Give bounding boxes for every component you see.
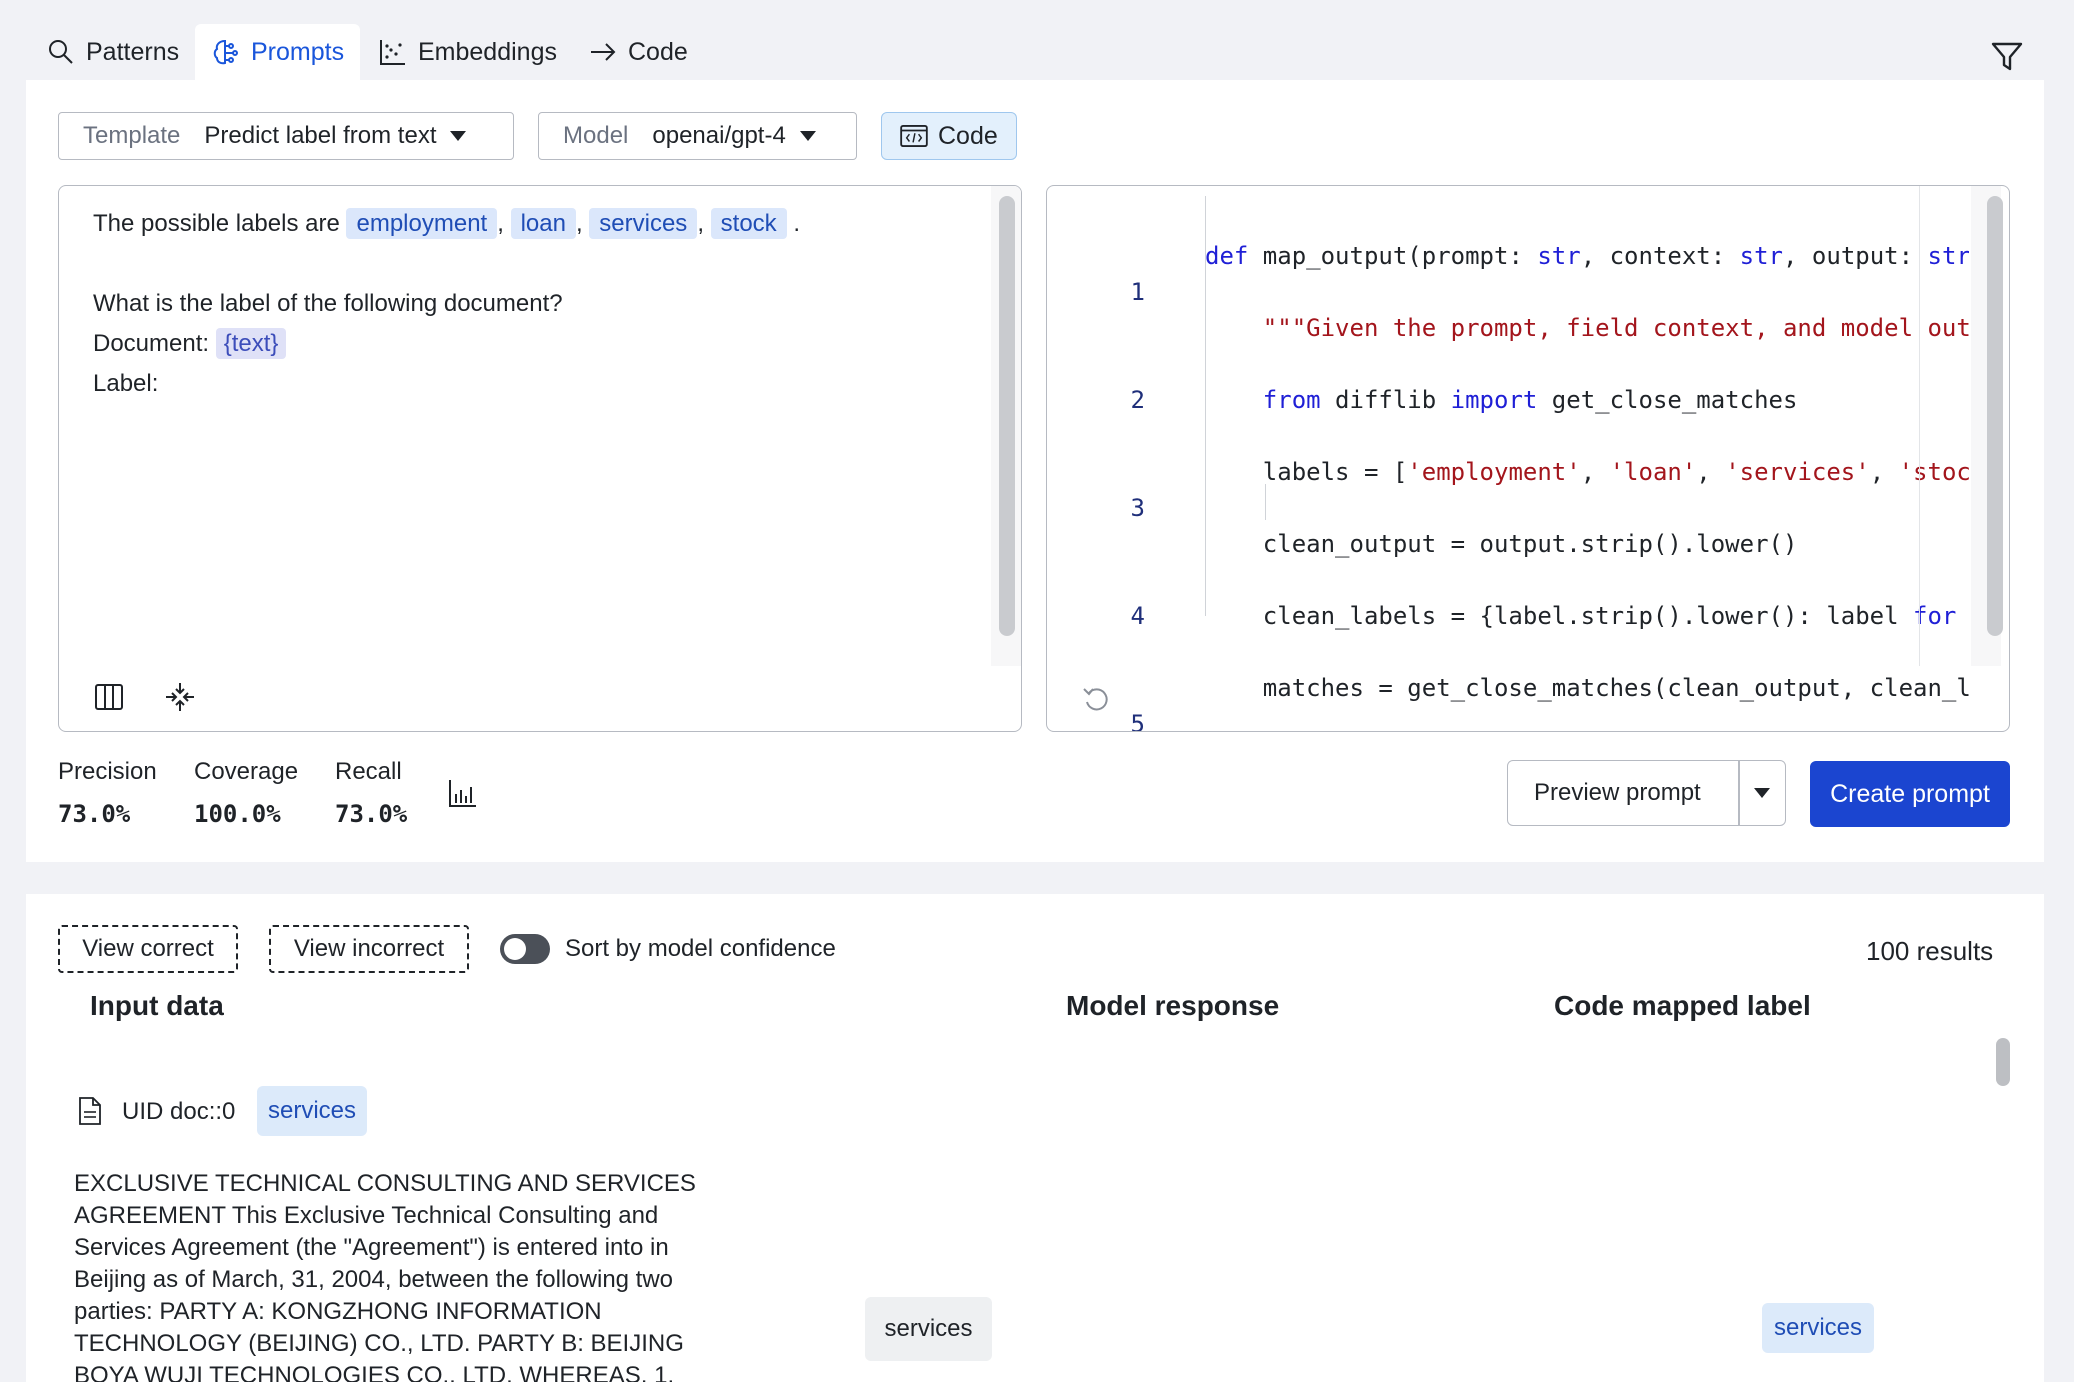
tab-code-label: Code xyxy=(628,37,688,66)
column-header-response: Model response xyxy=(1066,990,1280,1021)
line-numbers: 1 2 3 4 5 6 7 8 9 10 xyxy=(1065,202,1145,731)
mapped-label-tag: services xyxy=(1762,1303,1874,1353)
code-button-label: Code xyxy=(938,121,998,150)
tab-embeddings-label: Embeddings xyxy=(418,37,557,66)
code-toggle-button[interactable]: Code xyxy=(881,112,1017,160)
separator: , xyxy=(575,210,583,237)
results-count: 100 results xyxy=(1866,936,1994,966)
view-incorrect-button[interactable]: View incorrect xyxy=(269,925,469,973)
prompt-text: The possible labels are employment, loan… xyxy=(93,204,993,404)
code-line: def map_output(prompt: str, context: str… xyxy=(1205,242,1969,270)
tab-prompts-label: Prompts xyxy=(251,37,345,66)
sort-toggle-label: Sort by model confidence xyxy=(565,935,836,962)
bar-chart-icon[interactable] xyxy=(448,778,478,808)
scrollbar[interactable] xyxy=(1987,196,2003,636)
template-label: Template xyxy=(83,122,181,149)
results-scrollbar[interactable] xyxy=(1996,1038,2010,1086)
create-prompt-button[interactable]: Create prompt xyxy=(1810,761,2010,827)
model-label: Model xyxy=(563,122,629,149)
precision-value: 73.0% xyxy=(58,800,131,828)
prompt-line-labels: The possible labels are employment, loan… xyxy=(93,204,993,244)
column-header-input: Input data xyxy=(90,990,224,1021)
preview-split-button: Preview prompt xyxy=(1507,760,1786,826)
preview-prompt-button[interactable]: Preview prompt xyxy=(1508,779,1738,807)
code-line: clean_output = output.strip().lower() xyxy=(1205,530,1798,558)
tab-patterns[interactable]: Patterns xyxy=(30,24,195,80)
model-value: openai/gpt-4 xyxy=(652,122,786,149)
arrow-right-icon xyxy=(591,43,616,61)
columns-icon[interactable] xyxy=(95,684,123,710)
template-dropdown[interactable]: Template Predict label from text xyxy=(58,112,514,160)
prompt-editor[interactable]: The possible labels are employment, loan… xyxy=(58,185,1022,732)
line-number: 1 xyxy=(1130,278,1145,306)
row-input-text: EXCLUSIVE TECHNICAL CONSULTING AND SERVI… xyxy=(74,1170,696,1382)
precision-label: Precision xyxy=(58,758,157,785)
prompt-prefix: The possible labels are xyxy=(93,210,340,237)
tab-patterns-label: Patterns xyxy=(86,37,180,66)
code-line: clean_labels = {label.strip().lower(): l… xyxy=(1205,602,1957,630)
prompt-label-line: Label: xyxy=(93,370,159,397)
search-icon xyxy=(49,40,73,64)
chevron-down-icon xyxy=(450,131,467,141)
code-line: labels = ['employment', 'loan', 'service… xyxy=(1205,458,1969,486)
recall-label: Recall xyxy=(335,758,402,785)
ground-truth-tag: services xyxy=(257,1086,367,1136)
preview-options-button[interactable] xyxy=(1740,788,1786,798)
code-content: def map_output(prompt: str, context: str… xyxy=(1205,202,1969,731)
prompt-question: What is the label of the following docum… xyxy=(93,290,563,317)
line-number: 4 xyxy=(1130,602,1145,630)
model-dropdown[interactable]: Model openai/gpt-4 xyxy=(538,112,857,160)
filter-icon[interactable] xyxy=(1990,40,2024,74)
label-chip[interactable]: stock xyxy=(710,208,787,239)
code-line: from difflib import get_close_matches xyxy=(1262,386,1798,414)
label-chip[interactable]: services xyxy=(589,208,698,239)
tab-embeddings[interactable]: Embeddings xyxy=(362,24,573,80)
toggle-knob xyxy=(504,938,526,960)
code-editor[interactable]: 1 2 3 4 5 6 7 8 9 10 def map_output(prom… xyxy=(1046,185,2010,732)
template-value: Predict label from text xyxy=(204,122,437,149)
chevron-down-icon xyxy=(799,131,816,141)
scatter-icon xyxy=(380,40,405,65)
coverage-label: Coverage xyxy=(194,758,299,785)
row-uid: UID doc::0 xyxy=(122,1098,236,1125)
prompt-document-line: Document: {text} xyxy=(93,324,993,364)
text-variable-chip[interactable]: {text} xyxy=(215,328,287,359)
recall-value: 73.0% xyxy=(335,800,408,828)
coverage-value: 100.0% xyxy=(194,800,281,828)
minimap-divider xyxy=(1919,186,1920,666)
code-line: """Given the prompt, field context, and … xyxy=(1262,314,1969,342)
line-number: 3 xyxy=(1130,494,1145,522)
model-response-tag: services xyxy=(865,1297,992,1361)
scrollbar[interactable] xyxy=(999,196,1015,636)
line-number: 2 xyxy=(1130,386,1145,414)
code-line: matches = get_close_matches(clean_output… xyxy=(1205,674,1969,702)
separator: , xyxy=(697,210,704,237)
document-icon xyxy=(78,1097,102,1125)
sort-toggle[interactable] xyxy=(500,934,550,964)
brain-icon xyxy=(213,39,238,65)
view-correct-button[interactable]: View correct xyxy=(58,925,238,973)
undo-icon[interactable] xyxy=(1081,684,1111,714)
label-chip[interactable]: loan xyxy=(510,208,576,239)
tab-code[interactable]: Code xyxy=(572,24,704,80)
separator: , xyxy=(497,210,504,237)
tab-prompts[interactable]: Prompts xyxy=(195,24,361,80)
chevron-down-icon xyxy=(1754,788,1771,798)
column-header-mapped: Code mapped label xyxy=(1554,990,1811,1021)
document-prefix: Document: xyxy=(93,330,210,357)
label-chip[interactable]: employment xyxy=(346,208,498,239)
collapse-icon[interactable] xyxy=(165,682,195,712)
code-window-icon xyxy=(900,125,928,147)
period: . xyxy=(793,210,801,237)
